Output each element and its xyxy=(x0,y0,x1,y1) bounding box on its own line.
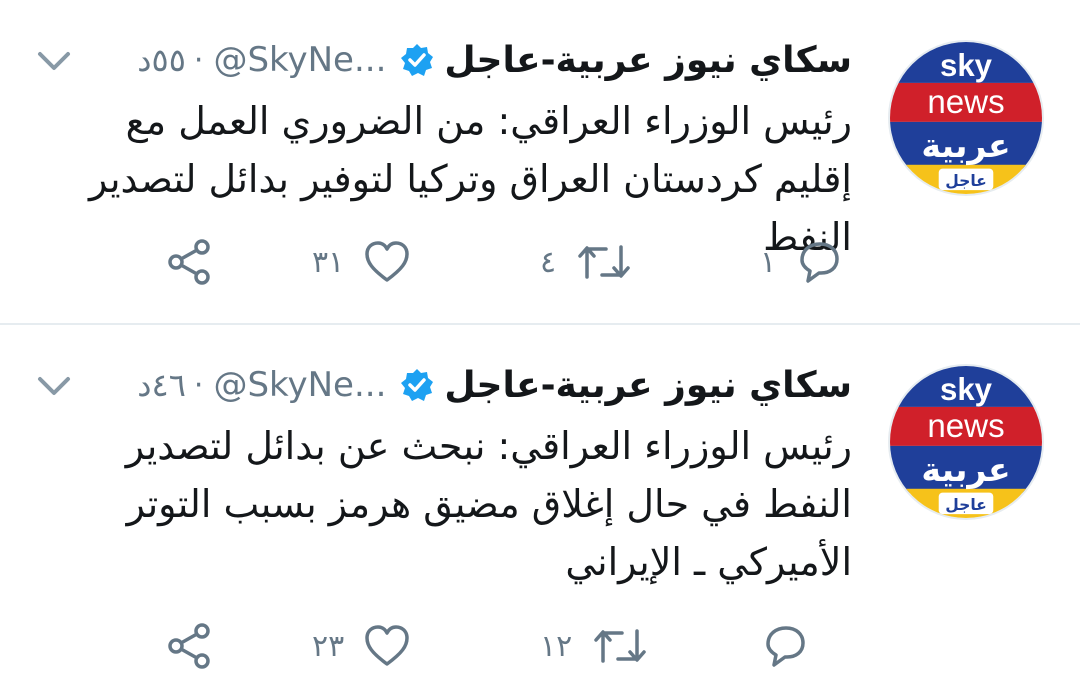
logo-text-news: news xyxy=(927,84,1004,121)
reply-button[interactable]: ١ xyxy=(760,232,844,292)
retweet-button[interactable]: ٤ xyxy=(540,232,634,292)
like-icon xyxy=(362,237,412,287)
avatar[interactable]: sky news عربية عاجل xyxy=(888,364,1044,520)
like-count: ٢٣ xyxy=(312,628,345,664)
retweet-icon xyxy=(574,237,634,287)
timeline: sky news عربية عاجل سكاي نيوز عربية-عاجل… xyxy=(0,0,1080,697)
display-name[interactable]: سكاي نيوز عربية-عاجل xyxy=(444,365,852,406)
like-button[interactable]: ٢٣ xyxy=(312,616,412,676)
tweet-header: سكاي نيوز عربية-عاجل @SkyNe... · ٤٦د xyxy=(137,361,852,409)
verified-badge-icon xyxy=(400,368,434,402)
sky-news-arabia-logo: sky news عربية عاجل xyxy=(890,366,1042,518)
reply-count: ١ xyxy=(760,244,777,280)
logo-text-arabia: عربية xyxy=(921,450,1010,490)
logo-badge-text: عاجل xyxy=(945,172,987,190)
share-icon xyxy=(164,621,214,671)
share-icon xyxy=(164,237,214,287)
tweet-1[interactable]: sky news عربية عاجل سكاي نيوز عربية-عاجل… xyxy=(0,0,1080,323)
logo-text-sky: sky xyxy=(940,48,993,83)
display-name[interactable]: سكاي نيوز عربية-عاجل xyxy=(444,40,852,81)
reply-button[interactable] xyxy=(760,616,810,676)
separator-dot: · xyxy=(193,367,204,403)
tweet-header: سكاي نيوز عربية-عاجل @SkyNe... · ٥٥د xyxy=(137,36,852,84)
avatar[interactable]: sky news عربية عاجل xyxy=(888,40,1044,196)
user-handle[interactable]: @SkyNe... xyxy=(213,365,386,405)
retweet-button[interactable]: ١٢ xyxy=(540,616,650,676)
reply-icon xyxy=(794,237,844,287)
tweet-2[interactable]: sky news عربية عاجل سكاي نيوز عربية-عاجل… xyxy=(0,325,1080,697)
timestamp[interactable]: ٥٥د xyxy=(137,41,186,79)
logo-badge-text: عاجل xyxy=(945,496,987,514)
separator-dot: · xyxy=(193,42,204,78)
share-button[interactable] xyxy=(164,616,214,676)
logo-text-arabia: عربية xyxy=(921,126,1010,166)
verified-badge-icon xyxy=(400,43,434,77)
chevron-down-icon[interactable] xyxy=(34,46,74,76)
tweet-actions: ١ ٤ ٣١ xyxy=(0,232,1080,292)
share-button[interactable] xyxy=(164,232,214,292)
chevron-down-icon[interactable] xyxy=(34,371,74,401)
like-icon xyxy=(362,621,412,671)
retweet-icon xyxy=(590,621,650,671)
tweet-actions: ١٢ ٢٣ xyxy=(0,616,1080,676)
sky-news-arabia-logo: sky news عربية عاجل xyxy=(890,42,1042,194)
reply-icon xyxy=(760,621,810,671)
retweet-count: ٤ xyxy=(540,244,557,280)
logo-text-news: news xyxy=(927,408,1004,445)
user-handle[interactable]: @SkyNe... xyxy=(213,40,386,80)
timestamp[interactable]: ٤٦د xyxy=(137,366,186,404)
tweet-text: رئيس الوزراء العراقي: نبحث عن بدائل لتصد… xyxy=(125,424,852,584)
retweet-count: ١٢ xyxy=(540,628,573,664)
logo-text-sky: sky xyxy=(940,372,993,407)
like-count: ٣١ xyxy=(312,244,345,280)
like-button[interactable]: ٣١ xyxy=(312,232,412,292)
